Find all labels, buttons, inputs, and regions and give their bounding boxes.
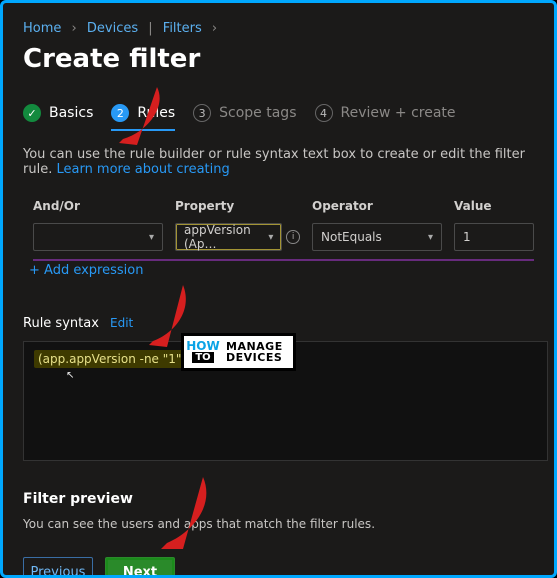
col-property: Property — [175, 199, 300, 213]
step-scope-tags[interactable]: 3 Scope tags — [193, 104, 296, 122]
col-operator: Operator — [312, 199, 442, 213]
step-number-icon: 2 — [111, 104, 129, 122]
intro-text: You can use the rule builder or rule syn… — [23, 147, 534, 177]
breadcrumb: Home › Devices | Filters › — [23, 21, 534, 36]
page-title: Create filter — [23, 44, 534, 74]
rule-row: ▾ appVersion (Ap… ▾ i NotEquals ▾ — [23, 219, 534, 251]
watermark-how: HOW — [186, 341, 219, 352]
step-label: Review + create — [341, 105, 456, 121]
step-number-icon: 3 — [193, 104, 211, 122]
operator-select[interactable]: NotEquals ▾ — [312, 223, 442, 251]
operator-value: NotEquals — [321, 230, 382, 244]
rule-grid-header: And/Or Property Operator Value — [23, 191, 534, 219]
chevron-right-icon: › — [72, 21, 77, 36]
rule-syntax-expression: (app.appVersion -ne "1") — [34, 350, 190, 368]
step-label: Scope tags — [219, 105, 296, 121]
learn-more-link[interactable]: Learn more about creating — [56, 162, 229, 177]
cursor-icon: ↖ — [66, 370, 537, 381]
step-number-icon: 4 — [315, 104, 333, 122]
rule-syntax-label: Rule syntax — [23, 316, 99, 331]
step-label: Basics — [49, 105, 93, 121]
watermark-badge: HOW TO MANAGE DEVICES — [181, 333, 296, 371]
property-select[interactable]: appVersion (Ap… ▾ — [175, 223, 282, 251]
chevron-right-icon: › — [212, 21, 217, 36]
step-review-create[interactable]: 4 Review + create — [315, 104, 456, 122]
property-value: appVersion (Ap… — [184, 223, 268, 251]
step-label: Rules — [137, 105, 175, 121]
andor-select[interactable]: ▾ — [33, 223, 163, 251]
value-input[interactable] — [454, 223, 534, 251]
divider-icon: | — [148, 21, 152, 36]
chevron-down-icon: ▾ — [149, 232, 154, 243]
step-basics[interactable]: ✓ Basics — [23, 104, 93, 122]
chevron-down-icon: ▾ — [428, 232, 433, 243]
next-button[interactable]: Next — [105, 557, 175, 578]
wizard-steps: ✓ Basics 2 Rules 3 Scope tags 4 Review +… — [23, 104, 534, 129]
watermark-line2: DEVICES — [226, 352, 283, 363]
breadcrumb-filters[interactable]: Filters — [163, 21, 202, 36]
col-value: Value — [454, 199, 534, 213]
app-window: Home › Devices | Filters › Create filter… — [0, 0, 557, 578]
check-icon: ✓ — [23, 104, 41, 122]
filter-preview-desc: You can see the users and apps that matc… — [23, 517, 534, 531]
step-rules[interactable]: 2 Rules — [111, 104, 175, 122]
col-andor: And/Or — [33, 199, 163, 213]
previous-button[interactable]: Previous — [23, 557, 93, 578]
chevron-down-icon: ▾ — [268, 232, 273, 243]
breadcrumb-home[interactable]: Home — [23, 21, 61, 36]
watermark-to: TO — [192, 352, 213, 363]
breadcrumb-devices[interactable]: Devices — [87, 21, 138, 36]
filter-preview-title: Filter preview — [23, 491, 534, 507]
add-expression-link[interactable]: + Add expression — [29, 263, 143, 278]
info-icon[interactable]: i — [286, 230, 300, 244]
rule-syntax-edit[interactable]: Edit — [110, 316, 133, 330]
